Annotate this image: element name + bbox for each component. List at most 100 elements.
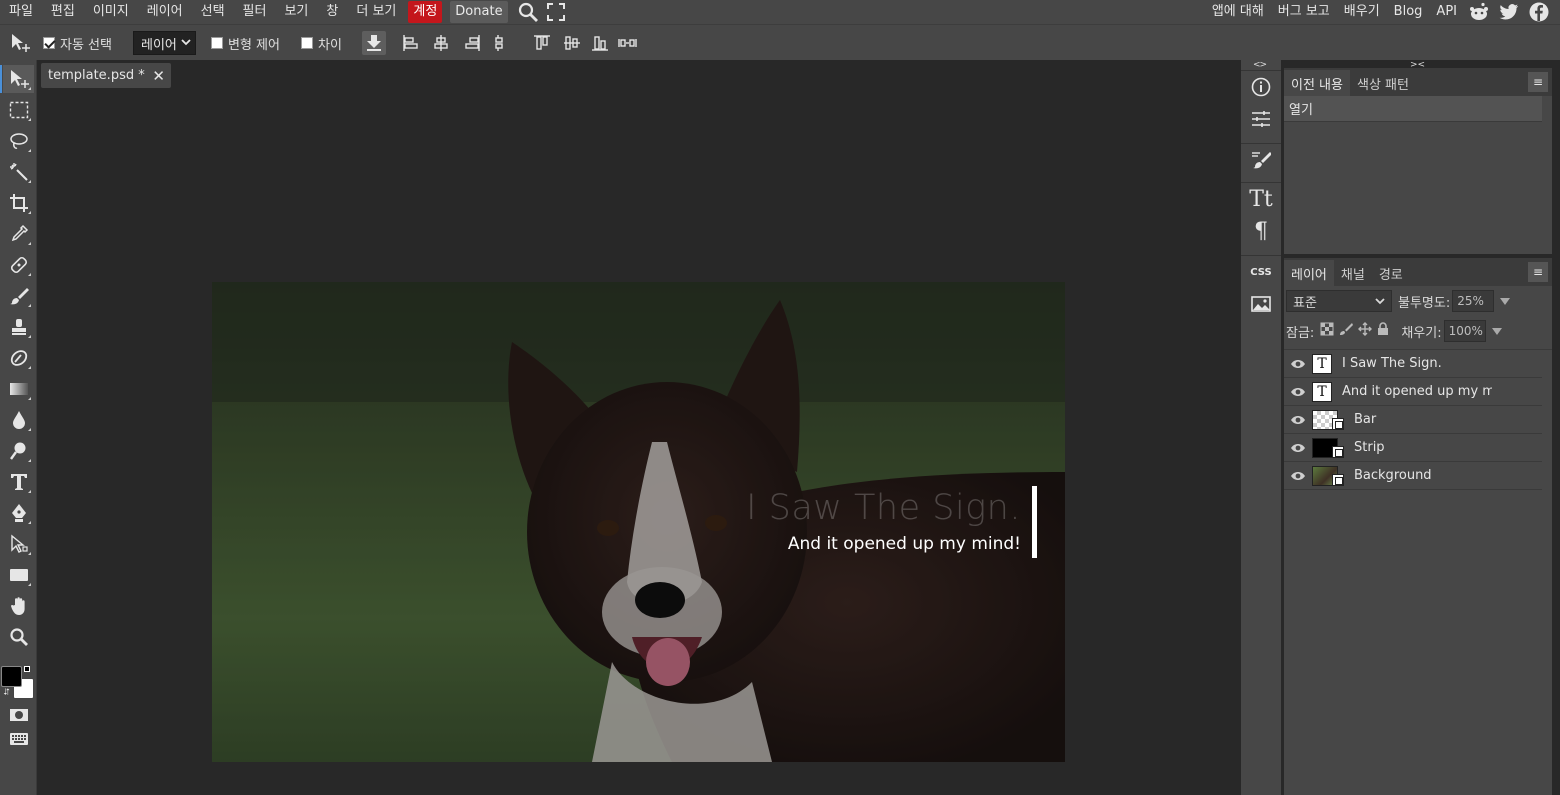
- auto-select-checkbox[interactable]: [43, 37, 55, 49]
- tab-swatches[interactable]: 색상 패턴: [1350, 70, 1416, 96]
- search-icon[interactable]: [514, 0, 542, 24]
- download-icon[interactable]: [362, 31, 386, 55]
- eye-icon[interactable]: [1284, 359, 1312, 369]
- magic-wand-tool-icon[interactable]: [3, 158, 34, 186]
- menu-select[interactable]: 선택: [192, 0, 234, 24]
- facebook-icon[interactable]: [1524, 0, 1554, 24]
- blur-tool-icon[interactable]: [3, 406, 34, 434]
- crop-tool-icon[interactable]: [3, 189, 34, 217]
- foreground-color-swatch[interactable]: [1, 666, 22, 687]
- image-icon[interactable]: [1241, 288, 1281, 320]
- lock-pixels-icon[interactable]: [1339, 322, 1354, 340]
- blog-link[interactable]: Blog: [1387, 0, 1430, 24]
- healing-brush-tool-icon[interactable]: [3, 251, 34, 279]
- align-left-icon[interactable]: [398, 31, 422, 55]
- stamp-tool-icon[interactable]: [3, 313, 34, 341]
- target-dropdown[interactable]: 레이어: [133, 31, 196, 55]
- menu-window[interactable]: 창: [317, 0, 347, 24]
- align-middle-icon[interactable]: [560, 31, 584, 55]
- canvas-title-text[interactable]: I Saw The Sign.: [746, 488, 1021, 528]
- distance-option[interactable]: 차이: [301, 25, 342, 61]
- about-link[interactable]: 앱에 대해: [1205, 0, 1271, 24]
- fill-input[interactable]: 100%: [1443, 320, 1486, 342]
- twitter-icon[interactable]: [1494, 0, 1524, 24]
- reddit-icon[interactable]: [1464, 0, 1494, 24]
- transform-controls-option[interactable]: 변형 제어: [211, 25, 280, 61]
- menu-image[interactable]: 이미지: [84, 0, 138, 24]
- color-swatches[interactable]: ⮃: [1, 665, 35, 701]
- character-icon[interactable]: Tt: [1241, 183, 1281, 215]
- menu-layer[interactable]: 레이어: [138, 0, 192, 24]
- text-tool-icon[interactable]: [3, 468, 34, 496]
- fullscreen-icon[interactable]: [542, 0, 570, 24]
- auto-select-option[interactable]: 자동 선택: [43, 25, 112, 61]
- tab-history[interactable]: 이전 내용: [1284, 70, 1350, 96]
- menu-file[interactable]: 파일: [0, 0, 42, 24]
- distribute-vertical-icon[interactable]: [617, 31, 641, 55]
- menu-more[interactable]: 더 보기: [347, 0, 405, 24]
- eye-icon[interactable]: [1284, 471, 1312, 481]
- report-bug-link[interactable]: 버그 보고: [1271, 0, 1337, 24]
- css-icon[interactable]: CSS: [1241, 256, 1281, 288]
- opacity-dropdown-icon[interactable]: [1500, 297, 1511, 305]
- collapse-strip-icon[interactable]: <>: [1253, 60, 1267, 70]
- panel-menu-icon[interactable]: ≡: [1528, 262, 1548, 282]
- layer-row[interactable]: Strip: [1284, 434, 1542, 462]
- distance-checkbox[interactable]: [301, 37, 313, 49]
- align-top-icon[interactable]: [530, 31, 554, 55]
- menu-filter[interactable]: 필터: [234, 0, 276, 24]
- layer-row[interactable]: Background: [1284, 462, 1542, 490]
- align-bottom-icon[interactable]: [588, 31, 612, 55]
- close-icon[interactable]: ✕: [152, 67, 165, 85]
- distribute-horizontal-icon[interactable]: [487, 31, 511, 55]
- layer-row[interactable]: T I Saw The Sign.: [1284, 350, 1542, 378]
- history-item[interactable]: 열기: [1284, 96, 1542, 122]
- tab-layers[interactable]: 레이어: [1284, 260, 1334, 286]
- tab-channels[interactable]: 채널: [1334, 260, 1372, 286]
- menu-edit[interactable]: 편집: [42, 0, 84, 24]
- eye-icon[interactable]: [1284, 443, 1312, 453]
- panel-menu-icon[interactable]: ≡: [1528, 72, 1548, 92]
- opacity-input[interactable]: 25%: [1452, 290, 1495, 312]
- canvas-bar[interactable]: [1032, 486, 1037, 558]
- lock-position-icon[interactable]: [1358, 322, 1373, 340]
- gradient-tool-icon[interactable]: [3, 375, 34, 403]
- blend-mode-dropdown[interactable]: 표준: [1286, 290, 1392, 312]
- brush-settings-icon[interactable]: [1241, 144, 1281, 176]
- eyedropper-tool-icon[interactable]: [3, 220, 34, 248]
- menu-view[interactable]: 보기: [275, 0, 317, 24]
- target-select[interactable]: 레이어: [133, 25, 196, 61]
- adjustments-icon[interactable]: [1241, 103, 1281, 135]
- brush-tool-icon[interactable]: [3, 282, 34, 310]
- api-link[interactable]: API: [1429, 0, 1464, 24]
- pen-tool-icon[interactable]: [3, 499, 34, 527]
- swap-colors-icon[interactable]: ⮃: [3, 688, 10, 698]
- canvas-subtitle-text[interactable]: And it opened up my mind!: [788, 534, 1021, 554]
- default-colors-icon[interactable]: [24, 666, 30, 672]
- tab-paths[interactable]: 경로: [1372, 260, 1410, 286]
- layer-row[interactable]: T And it opened up my mir: [1284, 378, 1542, 406]
- hand-tool-icon[interactable]: [3, 592, 34, 620]
- paragraph-icon[interactable]: ¶: [1241, 215, 1281, 247]
- info-icon[interactable]: [1241, 71, 1281, 103]
- learn-link[interactable]: 배우기: [1337, 0, 1387, 24]
- keyboard-icon[interactable]: [3, 725, 34, 753]
- rectangle-tool-icon[interactable]: [3, 561, 34, 589]
- zoom-tool-icon[interactable]: [3, 623, 34, 651]
- eye-icon[interactable]: [1284, 415, 1312, 425]
- fill-dropdown-icon[interactable]: [1491, 327, 1502, 335]
- lock-all-icon[interactable]: [1377, 322, 1389, 340]
- align-center-horizontal-icon[interactable]: [429, 31, 453, 55]
- path-select-tool-icon[interactable]: [3, 530, 34, 558]
- document-canvas[interactable]: I Saw The Sign. And it opened up my mind…: [212, 282, 1065, 762]
- lock-transparency-icon[interactable]: [1320, 322, 1334, 340]
- dodge-tool-icon[interactable]: [3, 437, 34, 465]
- eye-icon[interactable]: [1284, 387, 1312, 397]
- document-tab[interactable]: template.psd * ✕: [41, 63, 171, 88]
- move-tool-icon[interactable]: [0, 65, 34, 93]
- donate-button[interactable]: Donate: [450, 1, 508, 23]
- align-right-icon[interactable]: [461, 31, 485, 55]
- marquee-tool-icon[interactable]: [3, 96, 34, 124]
- transform-controls-checkbox[interactable]: [211, 37, 223, 49]
- eraser-tool-icon[interactable]: [3, 344, 34, 372]
